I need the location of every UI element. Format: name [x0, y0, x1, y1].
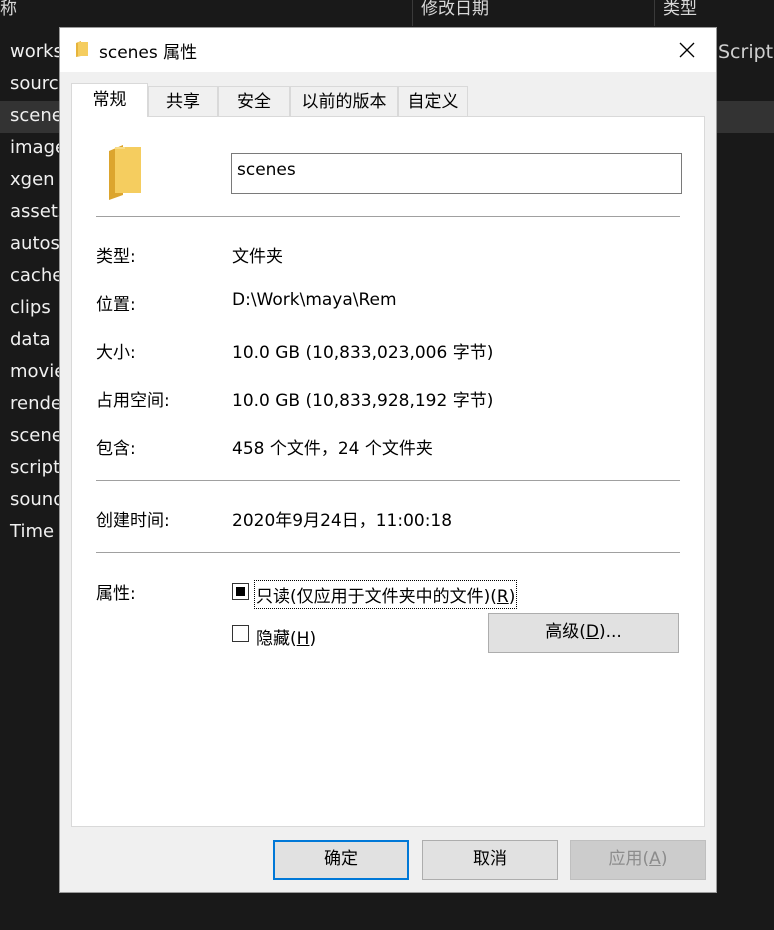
list-item[interactable]: xgen	[10, 169, 55, 191]
folder-icon	[109, 145, 141, 200]
list-item[interactable]: rende	[10, 393, 62, 415]
close-button[interactable]	[670, 34, 704, 66]
divider	[96, 552, 680, 553]
dialog-title: scenes 属性	[99, 43, 198, 63]
dialog-titlebar[interactable]: scenes 属性	[60, 28, 716, 72]
tab-security[interactable]: 安全	[218, 86, 290, 116]
list-item[interactable]: scene	[10, 105, 63, 127]
created-label: 创建时间:	[96, 511, 170, 531]
tab-general[interactable]: 常规	[71, 83, 148, 117]
folder-name-input[interactable]: scenes	[231, 153, 682, 194]
attributes-label: 属性:	[96, 584, 136, 604]
advanced-button[interactable]: 高级(D)...	[488, 613, 679, 653]
contains-label: 包含:	[96, 439, 136, 459]
size-on-disk-label: 占用空间:	[96, 391, 170, 411]
tab-customize[interactable]: 自定义	[398, 86, 468, 116]
hidden-checkbox-label[interactable]: 隐藏(H)	[256, 624, 316, 649]
ok-button[interactable]: 确定	[273, 840, 409, 880]
column-name[interactable]: 称	[0, 0, 412, 26]
list-item[interactable]: script	[10, 457, 60, 479]
list-item[interactable]: sound	[10, 489, 65, 511]
apply-button[interactable]: 应用(A)	[570, 840, 706, 880]
cancel-button[interactable]: 取消	[422, 840, 558, 880]
list-item[interactable]: data	[10, 329, 51, 351]
readonly-checkbox-label[interactable]: 只读(仅应用于文件夹中的文件)(R)	[253, 580, 518, 609]
column-type[interactable]: 类型	[654, 0, 774, 26]
list-item[interactable]: Time	[10, 521, 54, 543]
size-on-disk-value: 10.0 GB (10,833,928,192 字节)	[232, 391, 494, 411]
list-item[interactable]: scene	[10, 425, 63, 447]
contains-value: 458 个文件，24 个文件夹	[232, 439, 433, 459]
type-value: 文件夹	[232, 247, 283, 267]
tab-sharing[interactable]: 共享	[148, 86, 218, 116]
close-icon	[679, 42, 695, 58]
properties-dialog: scenes 属性 常规 共享 安全 以前的版本 自定义 scenes 类型: …	[59, 27, 717, 893]
column-modified[interactable]: 修改日期	[412, 0, 654, 26]
hidden-checkbox[interactable]	[232, 625, 249, 642]
list-item[interactable]: image	[10, 137, 66, 159]
divider	[96, 216, 680, 217]
type-cell-text: Script	[718, 41, 774, 63]
created-value: 2020年9月24日，11:00:18	[232, 511, 453, 531]
size-label: 大小:	[96, 343, 136, 363]
readonly-checkbox[interactable]	[232, 583, 249, 600]
indeterminate-mark	[236, 587, 245, 596]
list-item[interactable]: cache	[10, 265, 63, 287]
general-tab-panel: scenes 类型: 文件夹 位置: D:\Work\maya\Rem 大小: …	[71, 116, 705, 827]
list-item[interactable]: clips	[10, 297, 51, 319]
list-item[interactable]: autos	[10, 233, 60, 255]
size-value: 10.0 GB (10,833,023,006 字节)	[232, 343, 494, 363]
explorer-column-header: 称 修改日期 类型	[0, 0, 774, 26]
divider	[96, 480, 680, 481]
folder-icon	[76, 41, 88, 57]
tab-previous-versions[interactable]: 以前的版本	[290, 86, 398, 116]
location-value: D:\Work\maya\Rem	[232, 290, 397, 310]
location-label: 位置:	[96, 295, 136, 315]
type-label: 类型:	[96, 247, 136, 267]
list-item[interactable]: movie	[10, 361, 65, 383]
list-item[interactable]: works	[10, 41, 63, 63]
